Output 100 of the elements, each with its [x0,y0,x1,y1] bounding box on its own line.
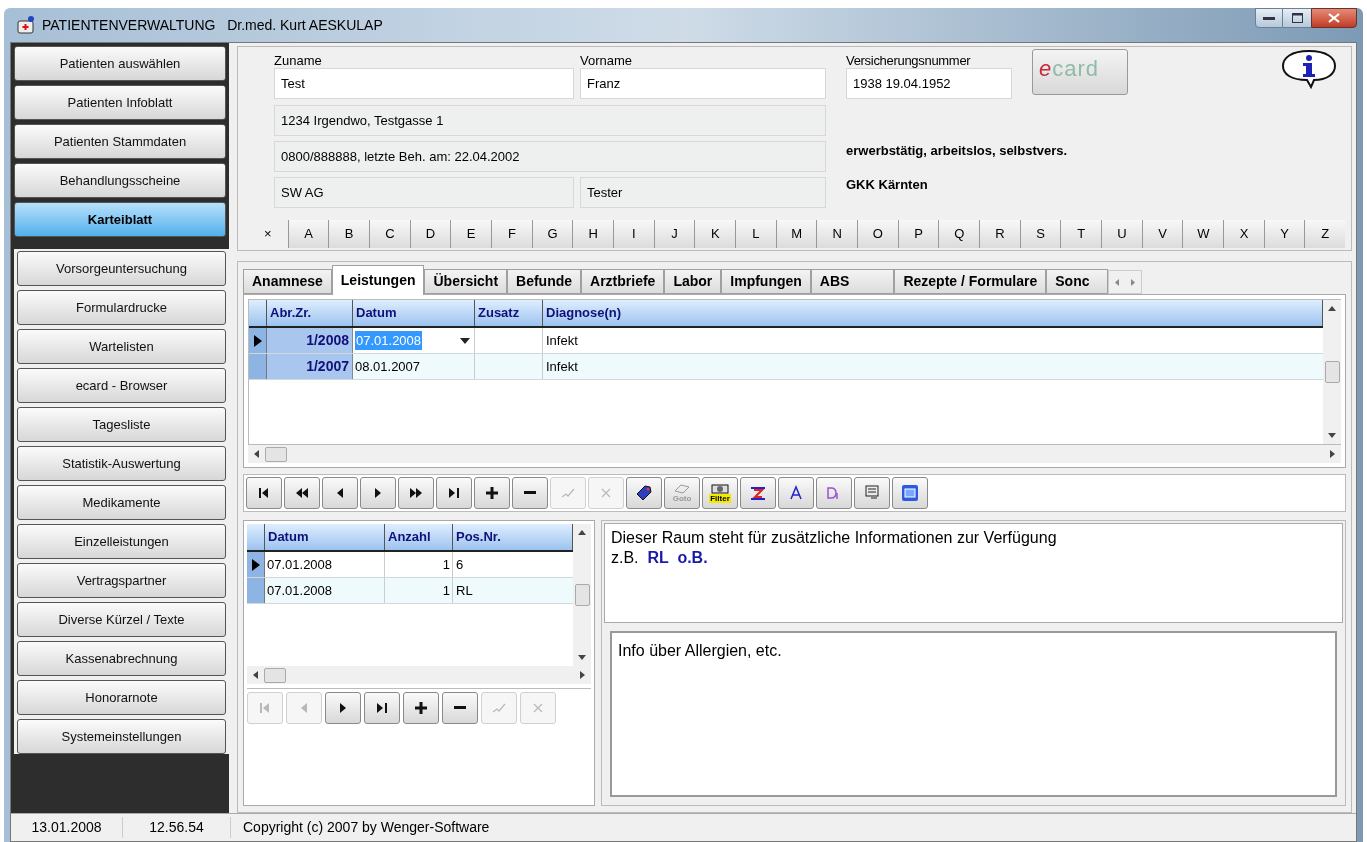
sidebar-button[interactable]: Statistik-Auswertung [17,446,226,481]
letter-tab[interactable]: G [531,220,573,248]
letter-tab[interactable]: R [979,220,1020,248]
tab[interactable]: Rezepte / Formulare [894,269,1047,294]
letter-tab[interactable]: B [328,220,369,248]
sidebar-button[interactable]: Patienten Infoblatt [14,85,226,120]
sidebar-button[interactable]: Kassenabrechnung [17,641,226,676]
last-button[interactable] [436,477,472,509]
filter-button[interactable]: Filter [702,477,738,509]
text-field[interactable]: Tester [580,177,826,208]
sidebar-button[interactable]: ecard - Browser [17,368,226,403]
ecard-button[interactable]: ecard [1032,49,1128,95]
tab-scroll-arrows[interactable] [1108,270,1143,294]
insert-button[interactable] [474,477,510,509]
letter-tab[interactable]: U [1101,220,1142,248]
column-header[interactable]: Zusatz [475,300,543,326]
tab[interactable]: Impfungen [721,269,811,294]
right-arrow-icon[interactable] [1131,278,1136,286]
text-field[interactable]: 1938 19.04.1952 [846,68,1012,99]
letter-tab[interactable]: M [775,220,817,248]
column-header[interactable]: Diagnose(n) [543,300,1323,326]
scroll-right-icon[interactable] [580,671,585,679]
maximize-button[interactable] [1283,8,1311,28]
vertical-scrollbar[interactable] [1323,300,1341,444]
tab[interactable]: Sonc [1046,269,1109,294]
letter-tab[interactable]: Z [1304,220,1346,248]
strike-button[interactable] [740,477,776,509]
scroll-right-icon[interactable] [1330,450,1335,458]
tab[interactable]: Befunde [507,269,582,294]
tab[interactable]: Labor [664,269,722,294]
letter-tab[interactable]: E [450,220,492,248]
column-header[interactable]: Datum [265,524,385,550]
letter-tab[interactable]: H [572,220,614,248]
letter-tab[interactable]: V [1141,220,1183,248]
sidebar-button[interactable]: Formulardrucke [17,290,226,325]
column-header[interactable]: Pos.Nr. [453,524,573,550]
sidebar-button[interactable]: Patienten Stammdaten [14,124,226,159]
column-header[interactable]: Datum [353,300,475,326]
column-header[interactable]: Anzahl [385,524,453,550]
letter-tab[interactable]: K [694,220,736,248]
scroll-thumb[interactable] [1324,361,1340,383]
sidebar-button[interactable]: Einzelleistungen [17,524,226,559]
vertical-scrollbar[interactable] [573,524,591,666]
letter-tab[interactable]: W [1182,220,1224,248]
scroll-left-icon[interactable] [253,671,258,679]
row-indicator[interactable] [247,552,265,577]
prev-page-button[interactable] [284,477,320,509]
tab[interactable]: Arztbriefe [581,269,665,294]
letter-tab[interactable]: Q [938,220,980,248]
scroll-down-icon[interactable] [1328,433,1336,438]
letter-tab[interactable]: T [1060,220,1102,248]
delete-button[interactable] [442,692,478,724]
delete-button[interactable] [512,477,548,509]
scroll-up-icon[interactable] [1328,306,1336,311]
tab[interactable]: Anamnese [243,269,332,294]
tab[interactable]: ABS [810,269,895,294]
allergies-text-box[interactable]: Info über Allergien, etc. [610,631,1337,797]
letter-tab[interactable]: A [287,220,329,248]
sidebar-button[interactable]: Vorsorgeuntersuchung [17,251,226,286]
letter-tab[interactable]: S [1019,220,1061,248]
letter-tab[interactable]: O [857,220,898,248]
next-button[interactable] [325,692,361,724]
text-field[interactable]: 1234 Irgendwo, Testgasse 1 [274,105,826,136]
letter-tab[interactable]: X [1223,220,1264,248]
letter-tab[interactable]: Y [1263,220,1305,248]
sidebar-button[interactable]: Patienten auswählen [14,46,226,81]
letter-tab[interactable]: C [369,220,410,248]
left-arrow-icon[interactable] [1115,278,1120,286]
info-icon[interactable] [1281,49,1337,89]
sidebar-button[interactable]: Karteiblatt [14,202,226,237]
list-button[interactable] [854,477,890,509]
info-text-box[interactable]: Dieser Raum steht für zusätzliche Informationen zur Verfügung z.B. RL o.B. [604,523,1343,623]
horizontal-scrollbar[interactable] [247,666,591,684]
sidebar-button[interactable]: Honorarnote [17,680,226,715]
insert-button[interactable] [403,692,439,724]
text-field[interactable]: 0800/888888, letzte Beh. am: 22.04.2002 [274,141,826,172]
scroll-down-icon[interactable] [578,655,586,660]
text-field[interactable]: Franz [580,68,826,99]
last-button[interactable] [364,692,400,724]
next-page-button[interactable] [398,477,434,509]
scroll-up-icon[interactable] [578,530,586,535]
font-button[interactable] [778,477,814,509]
letter-tab[interactable]: D [409,220,451,248]
letter-tab[interactable]: F [491,220,532,248]
tab[interactable]: Übersicht [424,269,508,294]
letter-tab[interactable]: J [653,220,695,248]
first-button[interactable] [246,477,282,509]
tab[interactable]: Leistungen [331,265,425,295]
minimize-button[interactable] [1255,8,1283,28]
sidebar-button[interactable]: Vertragspartner [17,563,226,598]
next-button[interactable] [360,477,396,509]
sidebar-button[interactable]: Tagesliste [17,407,226,442]
scroll-left-icon[interactable] [254,450,259,458]
row-indicator[interactable] [249,328,267,353]
letter-tab[interactable]: I [613,220,654,248]
letter-tab[interactable]: P [897,220,939,248]
scroll-thumb[interactable] [265,446,287,462]
text-field[interactable]: SW AG [274,177,574,208]
sidebar-button[interactable]: Systemeinstellungen [17,719,226,754]
horizontal-scrollbar[interactable] [248,445,1341,463]
